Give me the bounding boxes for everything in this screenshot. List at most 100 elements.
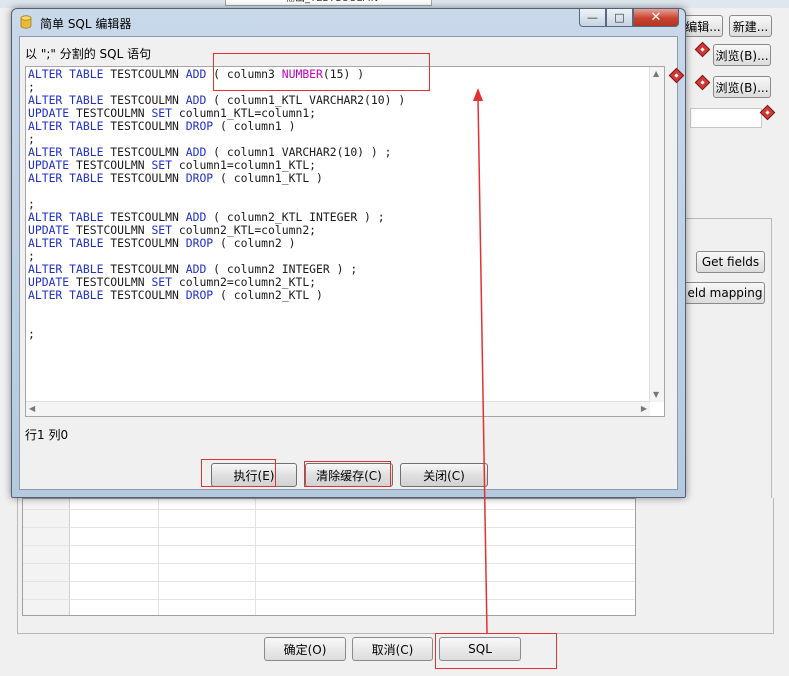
sql-text: ;	[28, 80, 35, 94]
sql-text: TESTCOULMN	[103, 171, 186, 185]
sql-keyword: DROP	[185, 288, 214, 302]
sql-keyword: ADD	[185, 145, 207, 159]
vertical-scrollbar[interactable]: ▲ ▼	[649, 67, 664, 402]
sql-keyword: SET	[151, 158, 173, 172]
sql-text: TESTCOULMN	[103, 210, 186, 224]
window-controls: — □ ✕	[579, 9, 679, 27]
sql-text: TESTCOULMN	[103, 67, 186, 81]
sql-keyword: UPDATE	[28, 106, 70, 120]
sql-text: ( column1_KTL VARCHAR2(10) )	[206, 93, 406, 107]
sql-text: ;	[28, 327, 35, 341]
field-mapping-button[interactable]: eld mapping	[686, 282, 765, 304]
sql-keyword: SET	[151, 223, 173, 237]
table-column-divider	[158, 499, 159, 615]
ok-button[interactable]: 确定(O)	[264, 637, 346, 661]
sql-keyword: DROP	[185, 236, 214, 250]
table-row[interactable]	[23, 527, 635, 528]
target-table-text: 输出_TESTCOULMN	[285, 0, 425, 8]
code-line: UPDATE TESTCOULMN SET column2=column2_KT…	[28, 275, 316, 289]
sql-text: ( column2 )	[213, 236, 296, 250]
execute-button[interactable]: 执行(E)	[211, 463, 297, 487]
sql-keyword: ADD	[185, 93, 207, 107]
code-line: ;	[28, 80, 35, 94]
sql-editor[interactable]: ALTER TABLE TESTCOULMN ADD ( column3 NUM…	[25, 66, 665, 417]
sql-text: TESTCOULMN	[69, 223, 152, 237]
sql-text: ( column1_KTL )	[213, 171, 323, 185]
code-line: ALTER TABLE TESTCOULMN ADD ( column2_KTL…	[28, 210, 385, 224]
scroll-right-icon[interactable]: ▶	[641, 404, 647, 414]
sql-text: column1_KTL=column1;	[172, 106, 317, 120]
new-button[interactable]: 新建...	[729, 15, 772, 37]
dialog-client-area: 以 ";" 分割的 SQL 语句 ALTER TABLE TESTCOULMN …	[19, 36, 685, 490]
scroll-left-icon[interactable]: ◀	[29, 404, 35, 414]
sql-text: TESTCOULMN	[103, 262, 186, 276]
sql-text: column2_KTL=column2;	[172, 223, 317, 237]
code-line: ;	[28, 249, 35, 263]
code-line: ALTER TABLE TESTCOULMN ADD ( column3 NUM…	[28, 67, 364, 81]
get-fields-button[interactable]: Get fields	[696, 251, 765, 273]
code-line: UPDATE TESTCOULMN SET column2_KTL=column…	[28, 223, 316, 237]
sql-keyword: UPDATE	[28, 223, 70, 237]
sql-text: TESTCOULMN	[103, 236, 186, 250]
variable-diamond-icon	[668, 67, 685, 84]
minimize-icon[interactable]: —	[579, 9, 606, 27]
table-row[interactable]	[23, 599, 635, 600]
code-line: ALTER TABLE TESTCOULMN ADD ( column1 VAR…	[28, 145, 391, 159]
sql-prompt-label: 以 ";" 分割的 SQL 语句	[25, 47, 152, 61]
scroll-up-icon[interactable]: ▲	[653, 69, 659, 79]
sql-keyword: SET	[151, 106, 173, 120]
sql-text: column2=column2_KTL;	[172, 275, 317, 289]
table-column-divider	[255, 499, 256, 615]
sql-type: NUMBER	[281, 67, 323, 81]
edit-button[interactable]: 编辑...	[683, 15, 723, 37]
sql-keyword: ALTER TABLE	[28, 93, 104, 107]
sql-text: TESTCOULMN	[103, 288, 186, 302]
code-line: ;	[28, 327, 35, 341]
sql-keyword: ADD	[185, 67, 207, 81]
sql-button[interactable]: SQL	[439, 637, 521, 661]
sql-text: ( column3	[206, 67, 282, 81]
cursor-position-status: 行1 列0	[25, 428, 69, 442]
sql-keyword: ADD	[185, 210, 207, 224]
sql-keyword: ALTER TABLE	[28, 288, 104, 302]
horizontal-scrollbar[interactable]: ◀ ▶	[26, 401, 650, 416]
variable-diamond-icon	[759, 104, 776, 121]
sql-text: ( column1 )	[213, 119, 296, 133]
sql-keyword: ALTER TABLE	[28, 119, 104, 133]
code-line: ALTER TABLE TESTCOULMN ADD ( column1_KTL…	[28, 93, 405, 107]
table-row[interactable]	[23, 581, 635, 582]
sql-keyword: ALTER TABLE	[28, 67, 104, 81]
sql-keyword: DROP	[185, 119, 214, 133]
sql-text: TESTCOULMN	[103, 119, 186, 133]
table-row[interactable]	[23, 509, 635, 510]
sql-code[interactable]: ALTER TABLE TESTCOULMN ADD ( column3 NUM…	[28, 68, 405, 341]
sql-keyword: SET	[151, 275, 173, 289]
variable-diamond-icon	[694, 41, 711, 58]
sql-text: ( column2_KTL INTEGER ) ;	[206, 210, 385, 224]
background-input-field[interactable]	[690, 108, 762, 128]
sql-keyword: ALTER TABLE	[28, 210, 104, 224]
sql-keyword: ALTER TABLE	[28, 145, 104, 159]
code-line: UPDATE TESTCOULMN SET column1=column1_KT…	[28, 158, 316, 172]
sql-text: TESTCOULMN	[69, 275, 152, 289]
cancel-button[interactable]: 取消(C)	[352, 637, 433, 661]
sql-text: ;	[28, 197, 35, 211]
sql-keyword: ALTER TABLE	[28, 171, 104, 185]
code-line: ALTER TABLE TESTCOULMN DROP ( column1_KT…	[28, 171, 323, 185]
browse-button-1[interactable]: 浏览(B)...	[713, 44, 771, 66]
sql-keyword: DROP	[185, 171, 214, 185]
maximize-icon[interactable]: □	[606, 9, 633, 27]
scroll-down-icon[interactable]: ▼	[653, 390, 659, 400]
fields-table[interactable]	[22, 498, 636, 616]
sql-text: ;	[28, 249, 35, 263]
sql-editor-dialog: 简单 SQL 编辑器 — □ ✕ 以 ";" 分割的 SQL 语句 ALTER …	[11, 8, 686, 498]
dialog-titlebar[interactable]: 简单 SQL 编辑器 — □ ✕	[12, 9, 685, 35]
sql-text: TESTCOULMN	[103, 93, 186, 107]
browse-button-2[interactable]: 浏览(B)...	[713, 76, 771, 98]
table-row[interactable]	[23, 545, 635, 546]
code-line: UPDATE TESTCOULMN SET column1_KTL=column…	[28, 106, 316, 120]
close-button[interactable]: 关闭(C)	[400, 463, 488, 487]
clear-cache-button[interactable]: 清除缓存(C)	[305, 463, 393, 487]
table-row[interactable]	[23, 563, 635, 564]
close-icon[interactable]: ✕	[633, 9, 679, 27]
